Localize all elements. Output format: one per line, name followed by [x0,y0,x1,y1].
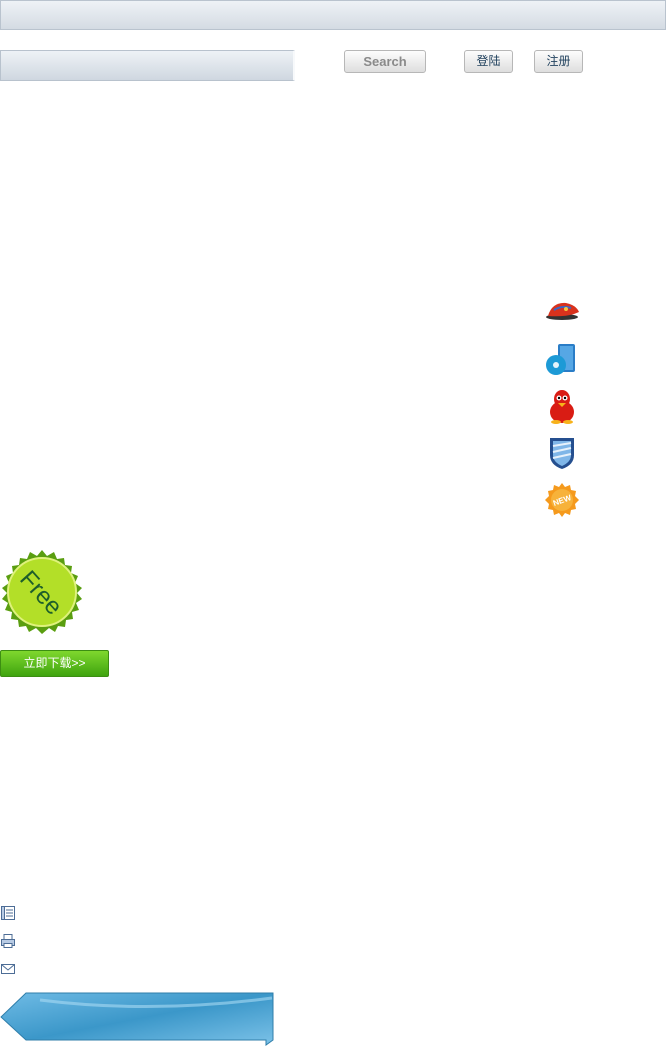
new-badge-icon[interactable]: NEW [544,482,580,518]
mail-icon[interactable] [0,961,16,977]
red-cap-icon[interactable] [544,293,580,329]
search-input[interactable] [0,50,295,81]
login-button[interactable]: 登陆 [464,50,513,73]
download-now-button[interactable]: 立即下载>> [0,650,109,677]
printer-icon[interactable] [0,933,16,949]
qq-penguin-icon[interactable] [544,388,580,424]
music-disc-icon[interactable] [544,341,580,377]
shield-icon[interactable] [544,435,580,471]
free-badge: Free [0,549,84,635]
search-button[interactable]: Search [344,50,426,73]
list-icon[interactable] [0,905,16,921]
top-bar [0,0,666,30]
register-button[interactable]: 注册 [534,50,583,73]
back-arrow-banner[interactable] [0,992,275,1046]
